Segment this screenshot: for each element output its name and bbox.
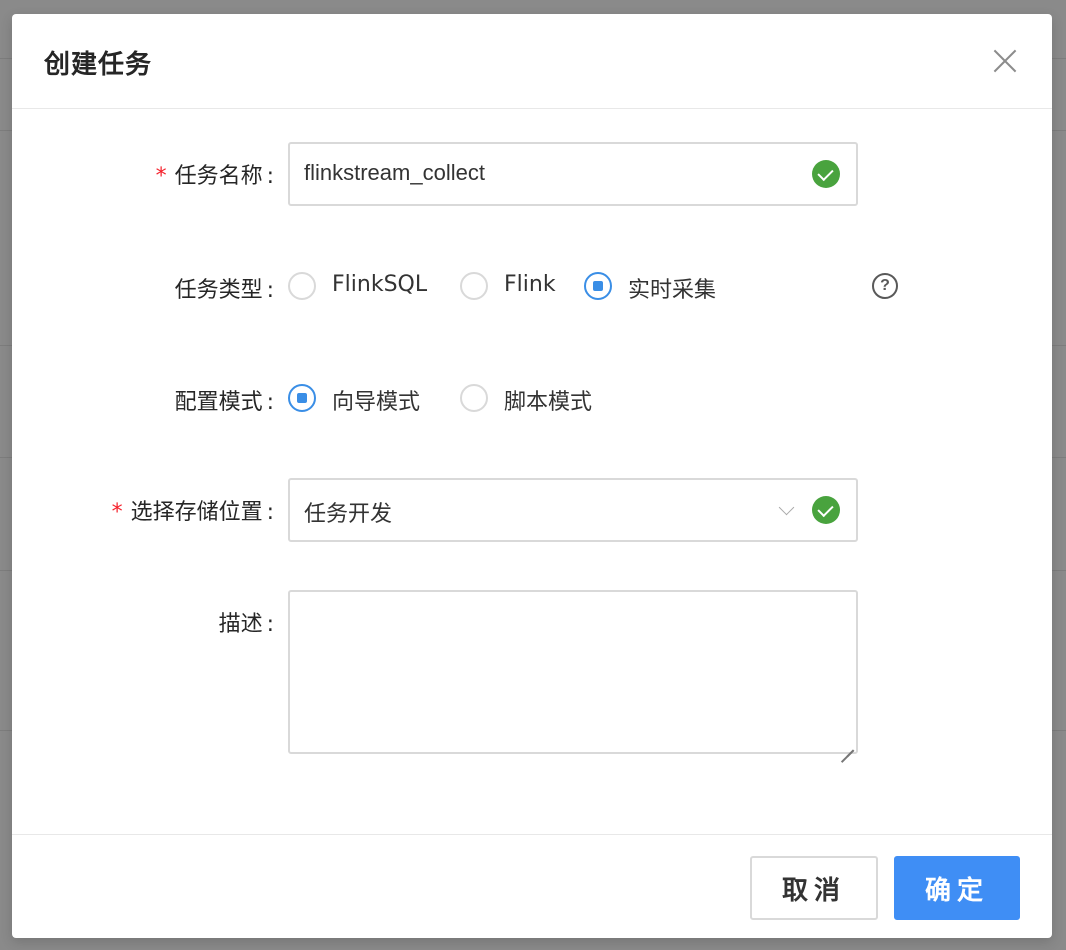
- radio-wizard-mode[interactable]: 向导模式: [288, 378, 438, 418]
- task-name-value: flinkstream_collect: [304, 160, 485, 185]
- radio-flinksql[interactable]: FlinkSQL: [288, 266, 438, 306]
- config-mode-label: 配置模式:: [174, 390, 274, 415]
- radio-realtime-collect[interactable]: 实时采集: [584, 266, 734, 306]
- form-row-storage-location: * 选择存储位置: 任务开发: [12, 478, 1052, 542]
- resize-handle-icon[interactable]: [840, 736, 854, 750]
- storage-location-value: 任务开发: [304, 501, 393, 526]
- task-name-label: * 任务名称:: [155, 164, 274, 189]
- check-circle-icon: [812, 160, 840, 188]
- question-circle-icon[interactable]: ?: [872, 273, 898, 299]
- ok-button[interactable]: 确定: [894, 856, 1020, 920]
- form-row-description: 描述:: [12, 590, 1052, 754]
- description-textarea[interactable]: [288, 590, 858, 754]
- radio-flink[interactable]: Flink: [460, 266, 570, 306]
- form-row-task-type: 任务类型: FlinkSQL Flink 实时采集 ?: [12, 266, 1052, 306]
- radio-circle[interactable]: [460, 272, 488, 300]
- dialog-title: 创建任务: [44, 50, 153, 80]
- close-icon[interactable]: [992, 48, 1018, 74]
- task-name-input[interactable]: flinkstream_collect: [288, 142, 858, 206]
- form-row-task-name: * 任务名称: flinkstream_collect: [12, 142, 1052, 206]
- description-label: 描述:: [218, 612, 274, 637]
- required-mark: *: [111, 500, 123, 525]
- radio-circle-checked[interactable]: [584, 272, 612, 300]
- storage-location-label: * 选择存储位置:: [111, 500, 274, 525]
- task-type-label: 任务类型:: [174, 278, 274, 303]
- storage-location-select[interactable]: 任务开发: [288, 478, 858, 542]
- radio-circle[interactable]: [288, 272, 316, 300]
- create-task-dialog: 创建任务 * 任务名称: flinkstream_collect 任务类型: Fl…: [12, 14, 1052, 938]
- radio-circle[interactable]: [460, 384, 488, 412]
- cancel-button[interactable]: 取消: [750, 856, 878, 920]
- dialog-header: 创建任务: [12, 14, 1052, 109]
- form-row-config-mode: 配置模式: 向导模式 脚本模式: [12, 378, 1052, 418]
- radio-circle-checked[interactable]: [288, 384, 316, 412]
- radio-script-mode[interactable]: 脚本模式: [460, 378, 610, 418]
- check-circle-icon: [812, 496, 840, 524]
- chevron-down-icon[interactable]: [778, 499, 795, 516]
- required-mark: *: [155, 164, 167, 189]
- dialog-footer: 取消 确定: [12, 834, 1052, 938]
